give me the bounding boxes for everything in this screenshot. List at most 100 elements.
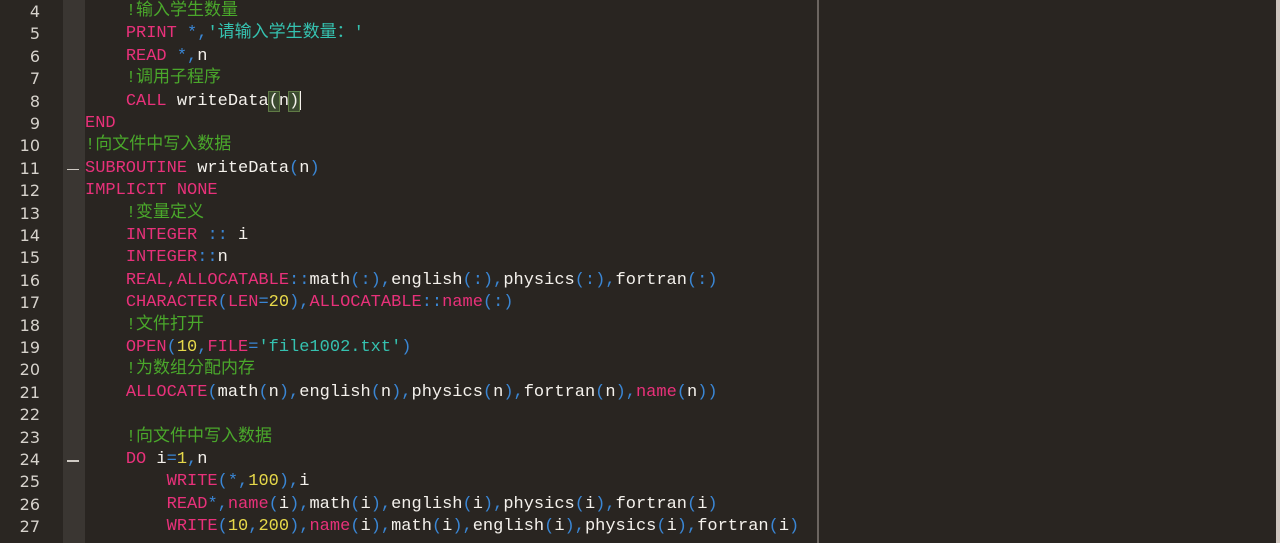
number-token: 200 — [258, 517, 290, 537]
number-token: 20 — [268, 293, 290, 313]
line-number: 23 — [19, 427, 40, 447]
scrollbar[interactable] — [1276, 0, 1280, 543]
code-text: SUBROUTINE writeData(n) — [85, 158, 320, 180]
identifier-token: english — [472, 517, 545, 537]
punctuation-token: = — [248, 338, 259, 357]
number-token: 100 — [248, 472, 279, 492]
keyword-token: DO — [125, 450, 157, 469]
comment-token: !变量定义 — [125, 203, 205, 223]
punctuation-token: :: — [289, 270, 310, 290]
identifier-token: english — [391, 494, 463, 514]
keyword-token: IMPLICIT NONE — [85, 181, 218, 201]
comment-token: !调用子程序 — [125, 69, 222, 89]
identifier-token: fortran — [615, 270, 687, 290]
punctuation-token: )) — [697, 382, 718, 402]
keyword-token: INTEGER — [125, 248, 198, 268]
punctuation-token: (:) — [482, 293, 514, 313]
identifier-token: i — [554, 517, 565, 537]
identifier-token: writeData — [176, 91, 269, 111]
fold-collapse-icon[interactable] — [67, 460, 79, 462]
punctuation-token: ( — [258, 382, 269, 402]
punctuation-token: , — [187, 450, 198, 469]
punctuation-token: ), — [482, 494, 504, 514]
identifier-token: i — [156, 450, 167, 469]
identifier-token: writeData — [197, 158, 290, 178]
code-text: !调用子程序 — [85, 68, 221, 90]
line-number: 10 — [19, 136, 40, 156]
line-number: 27 — [19, 517, 40, 537]
code-text: !向文件中写入数据 — [85, 135, 231, 157]
identifier-token: i — [584, 494, 596, 514]
keyword-token: REAL,ALLOCATABLE — [125, 270, 290, 290]
keyword-token: ALLOCATE — [125, 382, 208, 402]
comment-token: !向文件中写入数据 — [85, 136, 232, 156]
keyword-token: READ — [125, 46, 177, 66]
line-number: 22 — [19, 405, 40, 425]
identifier-token: fortran — [523, 382, 596, 402]
keyword-token: SUBROUTINE — [85, 158, 198, 178]
punctuation-token: *, — [207, 494, 228, 514]
identifier-token: i — [278, 494, 290, 514]
identifier-token: math — [217, 382, 259, 402]
code-text: READ *,n — [85, 46, 208, 68]
code-text: !为数组分配内存 — [85, 359, 255, 381]
keyword-token: OPEN — [125, 338, 167, 357]
punctuation-token: ( — [676, 382, 687, 402]
punctuation-token: ( — [768, 517, 779, 537]
keyword-token: WRITE — [166, 472, 218, 492]
punctuation-token: = — [166, 450, 177, 469]
punctuation-token: ), — [564, 517, 585, 537]
punctuation-token: ( — [350, 494, 361, 514]
code-text: REAL,ALLOCATABLE::math(:),english(:),phy… — [85, 270, 718, 292]
punctuation-token: ), — [595, 494, 616, 514]
punctuation-token: :: — [197, 248, 218, 268]
line-number: 20 — [19, 360, 40, 380]
keyword-token: name — [227, 494, 269, 514]
punctuation-token: *, — [176, 46, 198, 66]
code-text: OPEN(10,FILE='file1002.txt') — [85, 337, 412, 359]
code-text: READ*,name(i),math(i),english(i),physics… — [85, 494, 718, 516]
comment-token: !输入学生数量 — [125, 2, 239, 21]
punctuation-token: (:), — [574, 270, 616, 290]
number-token: 10 — [227, 517, 249, 537]
punctuation-token: ), — [289, 517, 310, 537]
identifier-token: n — [268, 382, 279, 402]
comment-token: !为数组分配内存 — [125, 360, 256, 380]
identifier-token: i — [697, 494, 708, 514]
fold-collapse-icon[interactable] — [67, 168, 79, 171]
punctuation-token: ), — [452, 517, 473, 537]
identifier-token: n — [493, 382, 504, 402]
punctuation-token: ( — [574, 494, 585, 514]
punctuation-token: (*, — [217, 472, 249, 492]
line-number: 17 — [19, 293, 40, 313]
number-token: 10 — [176, 338, 198, 357]
code-text: !向文件中写入数据 — [85, 427, 272, 449]
punctuation-token: ), — [278, 382, 300, 402]
line-number: 16 — [19, 270, 40, 290]
punctuation-token: ), — [278, 472, 300, 492]
punctuation-token: ), — [370, 494, 392, 514]
line-number: 4 — [29, 2, 40, 21]
punctuation-token: ( — [544, 517, 555, 537]
column-ruler — [817, 0, 819, 543]
line-number: 6 — [29, 46, 40, 66]
keyword-token: name — [442, 293, 483, 313]
identifier-token: physics — [503, 494, 575, 514]
fold-margin — [63, 0, 85, 543]
identifier-token: i — [472, 494, 483, 514]
punctuation-token: ) — [309, 158, 320, 178]
line-number: 7 — [29, 69, 40, 89]
identifier-token: math — [309, 494, 351, 514]
line-number: 13 — [19, 203, 40, 223]
line-number: 19 — [19, 338, 40, 357]
punctuation-token: ( — [595, 382, 606, 402]
identifier-token: english — [391, 270, 463, 290]
punctuation-token: ), — [370, 517, 392, 537]
punctuation-token: ( — [686, 494, 698, 514]
identifier-token: n — [197, 46, 208, 66]
code-editor[interactable]: 4 !输入学生数量 5 PRINT *,'请输入学生数量：' 6 READ *,n 7… — [0, 0, 1280, 543]
punctuation-token: ( — [370, 382, 381, 402]
punctuation-token: ( — [431, 517, 443, 537]
comment-token: !文件打开 — [125, 315, 205, 335]
keyword-token: INTEGER — [125, 226, 208, 245]
